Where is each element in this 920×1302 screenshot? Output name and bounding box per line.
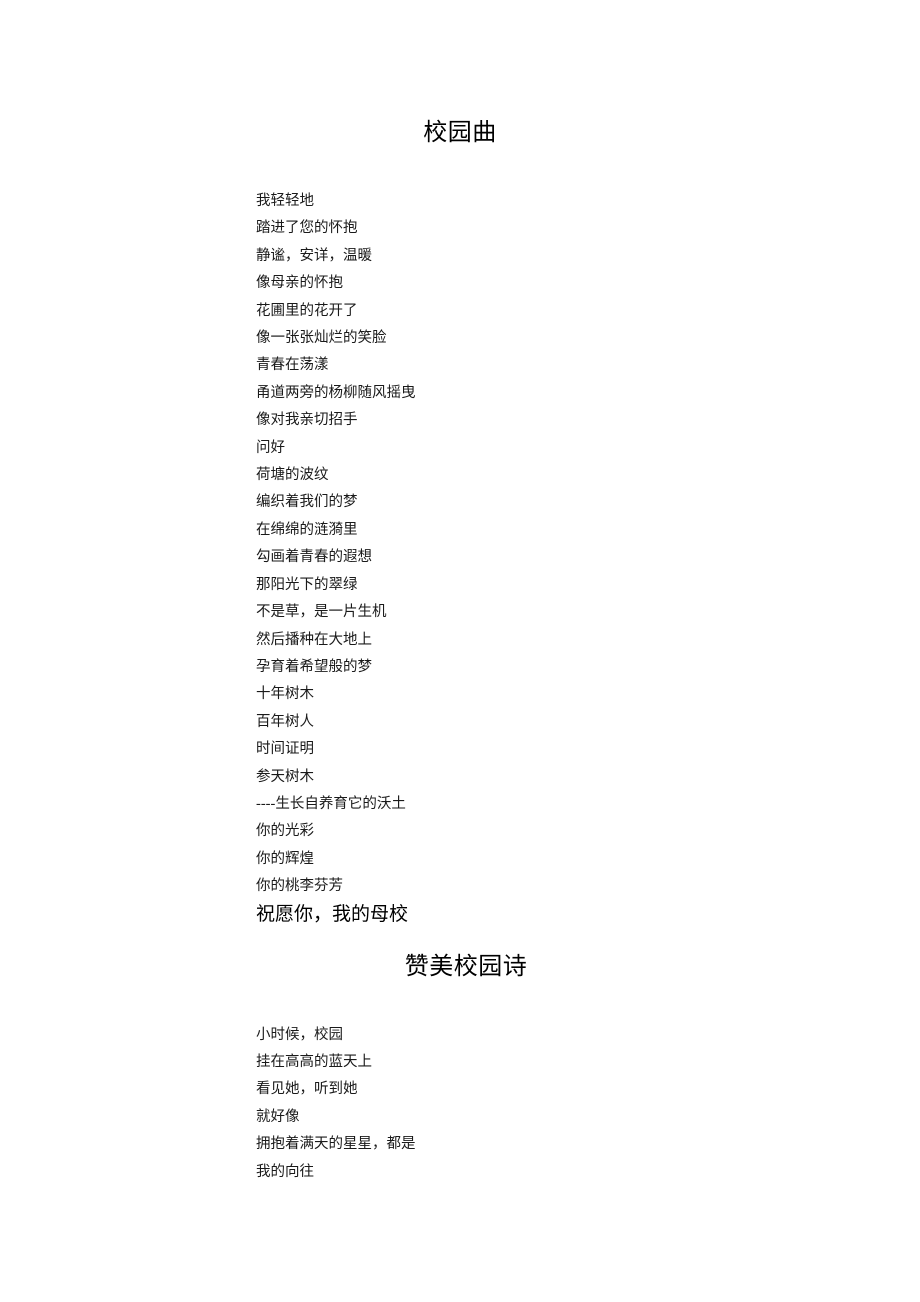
poem-line: 十年树木 (256, 686, 314, 703)
poem-line: 甬道两旁的杨柳随风摇曳 (256, 384, 416, 401)
poem-line: 就好像 (256, 1108, 300, 1125)
page-title-secondary: 赞美校园诗 (404, 952, 528, 980)
poem-line: 静谧，安详，温暖 (256, 247, 372, 264)
poem-line: 问好 (256, 439, 285, 456)
poem-line: 踏进了您的怀抱 (256, 220, 358, 237)
poem-line: 百年树人 (256, 713, 314, 730)
poem-line: 我轻轻地 (256, 193, 314, 209)
poem-line: 我的向往 (256, 1163, 314, 1180)
poem-line: 拥抱着满天的星星，都是 (256, 1136, 416, 1153)
poem-line: 你的桃李芬芳 (256, 878, 343, 895)
poem-line: 像母亲的怀抱 (256, 275, 343, 292)
poem-line: 编织着我们的梦 (256, 494, 358, 511)
poem-line: 你的辉煌 (256, 850, 314, 867)
poem-line: 孕育着希望般的梦 (256, 658, 372, 675)
poem-line: 花圃里的花开了 (256, 302, 358, 319)
poem-line: 那阳光下的翠绿 (256, 576, 358, 593)
document-page: 校园曲 我轻轻地 踏进了您的怀抱 静谧，安详，温暖 像母亲的怀抱 花圃里的花开了… (0, 0, 920, 1302)
poem-line: 小时候，校园 (256, 1026, 343, 1043)
poem-line: 参天树木 (256, 768, 314, 785)
document-body: 校园曲 我轻轻地 踏进了您的怀抱 静谧，安详，温暖 像母亲的怀抱 花圃里的花开了… (0, 0, 920, 1186)
poem-line: 时间证明 (256, 741, 314, 758)
poem-line: 挂在高高的蓝天上 (256, 1053, 372, 1070)
poem-line: 然后播种在大地上 (256, 631, 372, 648)
poem-zanmeixiaoyuanshi: 小时候，校园 挂在高高的蓝天上 看见她，听到她 就好像 拥抱着满天的星星，都是 … (0, 1022, 920, 1186)
poem-line: 勾画着青春的遐想 (256, 549, 372, 566)
poem-xiaoyuanqu: 我轻轻地 踏进了您的怀抱 静谧，安详，温暖 像母亲的怀抱 花圃里的花开了 像一张… (0, 188, 920, 928)
poem-line-emphasis: 祝愿你，我的母校 (256, 903, 409, 925)
poem-line: ----生长自养育它的沃土 (256, 795, 406, 812)
poem-line: 看见她，听到她 (256, 1081, 358, 1098)
poem-line: 像对我亲切招手 (256, 412, 358, 429)
poem-line: 你的光彩 (256, 823, 314, 840)
poem-line: 在绵绵的涟漪里 (256, 521, 358, 538)
poem-line: 像一张张灿烂的笑脸 (256, 330, 387, 347)
poem-line: 荷塘的波纹 (256, 467, 329, 484)
poem-line: 不是草，是一片生机 (256, 604, 387, 621)
poem-line: 青春在荡漾 (256, 357, 329, 374)
page-title: 校园曲 (423, 119, 497, 146)
